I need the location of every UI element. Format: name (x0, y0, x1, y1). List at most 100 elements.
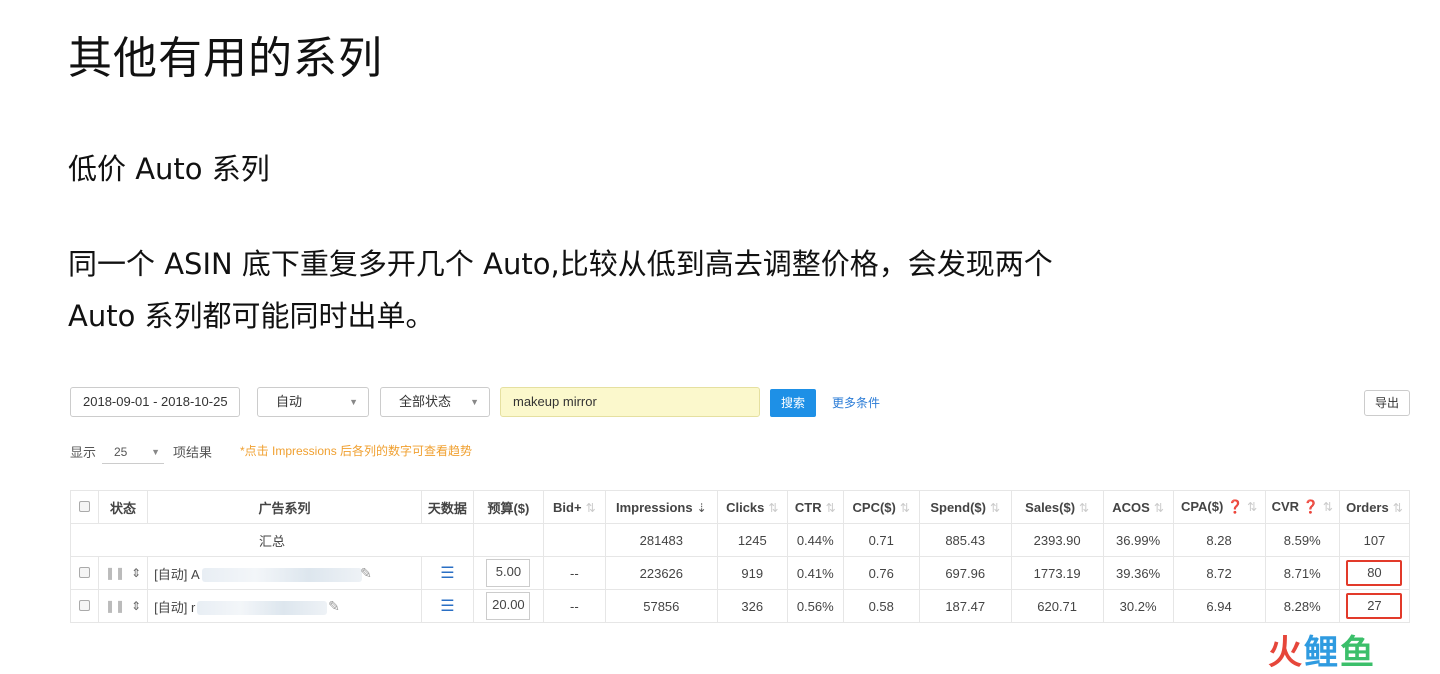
campaign-name[interactable]: [自动] r (154, 600, 195, 615)
campaign-name[interactable]: [自动] A (154, 567, 200, 582)
spend-cell[interactable]: 697.96 (918, 556, 1012, 590)
header-orders-label: Orders (1346, 499, 1389, 515)
header-daily: 天数据 (420, 490, 474, 524)
row-status[interactable]: ❚❚ ⇕ (97, 589, 149, 623)
spend-cell[interactable]: 187.47 (918, 589, 1012, 623)
orders-cell[interactable]: 27 (1338, 589, 1411, 623)
campaign-table: 状态 广告系列 天数据 预算($) Bid+ ⇅ Impressions ⇣ Cli… (70, 490, 1411, 623)
cpa-cell[interactable]: 8.72 (1172, 556, 1266, 590)
sort-arrows-icon[interactable]: ⇕ (131, 566, 141, 580)
sort-desc-icon[interactable]: ⇣ (697, 501, 707, 515)
edit-icon[interactable]: ✎ (360, 565, 372, 582)
sort-icon[interactable]: ⇅ (990, 501, 1000, 515)
summary-cvr: 8.59% (1264, 523, 1340, 557)
filter-toolbar: 2018-09-01 - 2018-10-25 自动 ▼ 全部状态 ▼ make… (70, 384, 1410, 420)
chevron-down-icon: ▼ (470, 397, 479, 407)
clicks-cell[interactable]: 326 (716, 589, 788, 623)
campaign-report-panel: 2018-09-01 - 2018-10-25 自动 ▼ 全部状态 ▼ make… (70, 384, 1411, 623)
sort-icon[interactable]: ⇅ (1323, 500, 1333, 514)
cpc-cell[interactable]: 0.58 (842, 589, 920, 623)
header-cpa[interactable]: CPA($) ❓ ⇅ (1172, 490, 1266, 524)
select-all-checkbox[interactable] (70, 490, 99, 524)
date-range-picker[interactable]: 2018-09-01 - 2018-10-25 (70, 387, 240, 417)
ctr-cell[interactable]: 0.41% (786, 556, 844, 590)
paragraph-line-1: 同一个 ASIN 底下重复多开几个 Auto,比较从低到高去调整价格，会发现两个 (68, 247, 1053, 281)
pause-icon[interactable]: ❚❚ (105, 566, 125, 580)
summary-label: 汇总 (70, 523, 474, 557)
header-cvr[interactable]: CVR ❓ ⇅ (1264, 490, 1340, 524)
cpc-cell[interactable]: 0.76 (842, 556, 920, 590)
clicks-cell[interactable]: 919 (716, 556, 788, 590)
cpa-cell[interactable]: 6.94 (1172, 589, 1266, 623)
list-icon[interactable]: ☰ (440, 565, 454, 582)
sort-arrows-icon[interactable]: ⇕ (131, 599, 141, 613)
redacted-name (201, 568, 362, 583)
header-cpa-label: CPA($) (1180, 499, 1224, 514)
help-icon: ❓ (1302, 499, 1319, 514)
sort-icon[interactable]: ⇅ (1247, 500, 1257, 514)
header-sales-label: Sales($) (1025, 499, 1076, 515)
header-impressions[interactable]: Impressions ⇣ (604, 490, 718, 524)
acos-cell[interactable]: 39.36% (1102, 556, 1174, 590)
header-sales[interactable]: Sales($) ⇅ (1010, 490, 1104, 524)
budget-cell[interactable]: 20.00 (472, 589, 544, 623)
header-ctr[interactable]: CTR ⇅ (786, 490, 844, 524)
chevron-down-icon: ▼ (151, 447, 160, 457)
watermark-logo: 火鲤鱼 (1268, 625, 1376, 674)
orders-cell[interactable]: 80 (1338, 556, 1411, 590)
campaign-name-cell[interactable]: [自动] r ✎ (147, 589, 422, 623)
search-input[interactable]: makeup mirror (500, 387, 760, 417)
budget-input[interactable]: 5.00 (486, 559, 531, 587)
watermark-char-3: 鱼 (1340, 633, 1376, 673)
row-checkbox[interactable] (70, 556, 99, 590)
sales-cell[interactable]: 1773.19 (1010, 556, 1104, 590)
sort-icon[interactable]: ⇅ (900, 501, 910, 515)
page-size-select[interactable]: 25 ▼ (102, 440, 164, 464)
header-cpc[interactable]: CPC($) ⇅ (842, 490, 920, 524)
export-button[interactable]: 导出 (1364, 390, 1410, 416)
paragraph-line-2: Auto 系列都可能同时出单。 (68, 299, 435, 333)
ctr-cell[interactable]: 0.56% (786, 589, 844, 623)
more-conditions-link[interactable]: 更多条件 (832, 394, 880, 411)
sort-icon[interactable]: ⇅ (1393, 501, 1403, 515)
summary-orders: 107 (1338, 523, 1411, 557)
show-label: 显示 (70, 445, 97, 460)
sales-cell[interactable]: 620.71 (1010, 589, 1104, 623)
campaign-type-value: 自动 (276, 394, 303, 409)
pause-icon[interactable]: ❚❚ (105, 599, 125, 613)
body-paragraph: 同一个 ASIN 底下重复多开几个 Auto,比较从低到高去调整价格，会发现两个… (68, 238, 1268, 342)
list-icon[interactable]: ☰ (440, 598, 454, 615)
daily-data-cell[interactable]: ☰ (420, 589, 474, 623)
cvr-cell[interactable]: 8.28% (1264, 589, 1340, 623)
table-row: ❚❚ ⇕ [自动] A ✎ ☰ 5.00 -- 223626 919 0.41% … (70, 556, 1411, 590)
campaign-name-cell[interactable]: [自动] A ✎ (147, 556, 422, 590)
orders-highlight: 80 (1346, 560, 1403, 586)
sort-icon[interactable]: ⇅ (1079, 501, 1089, 515)
sort-icon[interactable]: ⇅ (1154, 501, 1164, 515)
acos-cell[interactable]: 30.2% (1102, 589, 1174, 623)
budget-cell[interactable]: 5.00 (472, 556, 544, 590)
row-checkbox[interactable] (70, 589, 99, 623)
header-acos[interactable]: ACOS ⇅ (1102, 490, 1174, 524)
summary-cpc: 0.71 (842, 523, 920, 557)
header-orders[interactable]: Orders ⇅ (1338, 490, 1411, 524)
sort-icon[interactable]: ⇅ (768, 501, 778, 515)
redacted-name (197, 601, 328, 616)
sort-icon[interactable]: ⇅ (826, 501, 836, 515)
impressions-cell[interactable]: 57856 (604, 589, 718, 623)
header-bid-label: Bid+ (553, 499, 582, 515)
impressions-cell[interactable]: 223626 (604, 556, 718, 590)
cvr-cell[interactable]: 8.71% (1264, 556, 1340, 590)
header-spend[interactable]: Spend($) ⇅ (918, 490, 1012, 524)
table-header-row: 状态 广告系列 天数据 预算($) Bid+ ⇅ Impressions ⇣ Cli… (70, 490, 1411, 524)
edit-icon[interactable]: ✎ (328, 598, 340, 615)
header-bid[interactable]: Bid+ ⇅ (542, 490, 606, 524)
status-select[interactable]: 全部状态 ▼ (380, 387, 490, 417)
sort-icon[interactable]: ⇅ (586, 501, 596, 515)
row-status[interactable]: ❚❚ ⇕ (97, 556, 149, 590)
budget-input[interactable]: 20.00 (486, 592, 531, 620)
header-clicks[interactable]: Clicks ⇅ (716, 490, 788, 524)
search-button[interactable]: 搜索 (770, 389, 816, 417)
daily-data-cell[interactable]: ☰ (420, 556, 474, 590)
campaign-type-select[interactable]: 自动 ▼ (257, 387, 369, 417)
